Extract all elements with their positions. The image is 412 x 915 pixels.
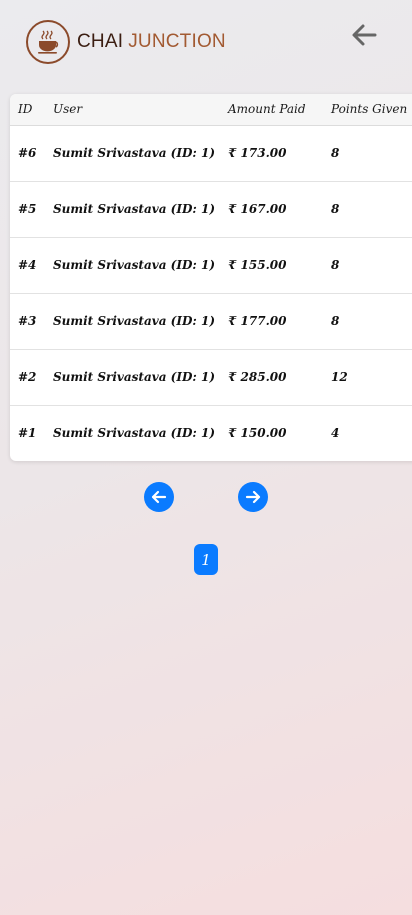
- table-header-row: ID User Amount Paid Points Given: [10, 94, 412, 125]
- cell-points: 8: [331, 258, 340, 272]
- next-page-button[interactable]: [238, 482, 268, 512]
- page-number-button[interactable]: 1: [194, 544, 218, 575]
- brand-name-part1: CHAI: [77, 31, 124, 52]
- cell-amount: ₹ 155.00: [228, 258, 287, 272]
- app-header: CHAI JUNCTION: [0, 0, 412, 90]
- cell-id: #5: [18, 202, 37, 216]
- table-row: #4 Sumit Srivastava (ID: 1) ₹ 155.00 8: [10, 237, 412, 293]
- cell-user: Sumit Srivastava (ID: 1): [53, 426, 215, 441]
- cell-points: 4: [331, 426, 340, 441]
- cell-id: #4: [18, 258, 37, 272]
- cell-user: Sumit Srivastava (ID: 1): [53, 202, 215, 216]
- arrow-left-icon: [352, 24, 377, 46]
- cell-id: #2: [18, 370, 37, 384]
- cell-points: 12: [331, 370, 348, 384]
- back-button[interactable]: [349, 20, 379, 50]
- column-header-points: Points Given: [331, 102, 408, 117]
- cell-id: #3: [18, 314, 37, 328]
- column-header-amount: Amount Paid: [228, 102, 306, 117]
- cell-points: 8: [331, 314, 340, 328]
- column-header-user: User: [53, 102, 83, 117]
- cell-amount: ₹ 173.00: [228, 146, 287, 160]
- cell-user: Sumit Srivastava (ID: 1): [53, 370, 215, 384]
- cell-user: Sumit Srivastava (ID: 1): [53, 258, 215, 272]
- cell-id: #1: [18, 426, 37, 441]
- cell-user: Sumit Srivastava (ID: 1): [53, 146, 215, 160]
- cell-amount: ₹ 285.00: [228, 370, 287, 384]
- pagination-arrows: [144, 482, 268, 512]
- cell-amount: ₹ 150.00: [228, 426, 287, 441]
- table-row: #6 Sumit Srivastava (ID: 1) ₹ 173.00 8: [10, 125, 412, 181]
- coffee-cup-icon: [26, 20, 70, 64]
- column-header-id: ID: [18, 102, 33, 117]
- arrow-right-icon: [245, 490, 261, 504]
- table-row: #1 Sumit Srivastava (ID: 1) ₹ 150.00 4: [10, 405, 412, 461]
- transactions-table: ID User Amount Paid Points Given #6 Sumi…: [10, 94, 412, 461]
- cell-points: 8: [331, 202, 340, 216]
- cell-amount: ₹ 167.00: [228, 202, 287, 216]
- cell-user: Sumit Srivastava (ID: 1): [53, 314, 215, 328]
- table-row: #5 Sumit Srivastava (ID: 1) ₹ 167.00 8: [10, 181, 412, 237]
- cell-points: 8: [331, 146, 340, 160]
- table-row: #2 Sumit Srivastava (ID: 1) ₹ 285.00 12: [10, 349, 412, 405]
- arrow-left-icon: [151, 490, 167, 504]
- cell-id: #6: [18, 146, 37, 160]
- brand-name: CHAI JUNCTION: [77, 31, 226, 53]
- cell-amount: ₹ 177.00: [228, 314, 287, 328]
- table-row: #3 Sumit Srivastava (ID: 1) ₹ 177.00 8: [10, 293, 412, 349]
- brand-name-part2: JUNCTION: [128, 31, 226, 52]
- prev-page-button[interactable]: [144, 482, 174, 512]
